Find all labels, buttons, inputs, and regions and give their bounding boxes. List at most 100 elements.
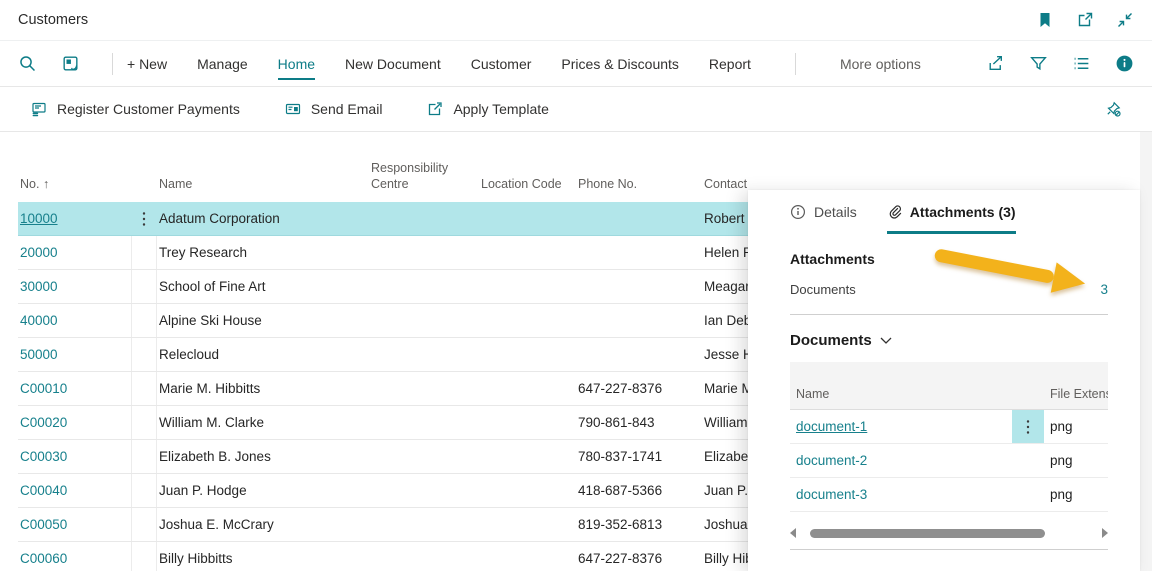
page-title: Customers [18,12,89,28]
column-header-location-code[interactable]: Location Code [479,176,576,202]
list-icon [1074,57,1089,70]
customer-no-link[interactable]: C00020 [20,415,67,430]
register-customer-payments-button[interactable]: Register Customer Payments [30,100,240,118]
apply-template-button[interactable]: Apply Template [426,100,549,118]
document-extension: png [1050,419,1073,434]
menu-item-prices-discounts[interactable]: Prices & Discounts [561,41,678,86]
tab-attachments[interactable]: Attachments (3) [886,190,1016,234]
collapse-icon [1118,13,1132,27]
customer-phone: 647-227-8376 [578,381,663,396]
row-menu-button[interactable] [131,202,157,235]
open-in-new-window-button[interactable] [1076,11,1094,29]
horizontal-scrollbar[interactable] [790,526,1108,540]
unpin-toolbar-button[interactable] [1104,100,1122,118]
search-button[interactable] [18,54,37,73]
menu-item-new[interactable]: + New [127,41,167,86]
document-name-link[interactable]: document-2 [796,453,867,468]
scroll-right-arrow[interactable] [1102,528,1108,538]
documents-group-title: Documents [790,332,872,349]
documents-table-header: Name File Extension [790,362,1108,410]
customer-no-link[interactable]: 30000 [20,279,58,294]
column-header-responsibility-centre[interactable]: Responsibility Centre [369,160,479,203]
attachments-heading: Attachments [790,251,875,267]
divider [790,549,1108,550]
toolbar-button-label: Send Email [310,101,383,117]
info-icon [1116,55,1133,72]
show-list-button[interactable] [1072,54,1091,73]
customer-phone: 418-687-5366 [578,483,663,498]
customer-phone: 780-837-1741 [578,449,663,464]
menu-item-more-options[interactable]: More options [840,41,921,86]
document-name-link[interactable]: document-1 [796,419,867,434]
document-extension: png [1050,487,1073,502]
chevron-down-icon [880,337,892,344]
customer-name: Trey Research [159,245,248,260]
customer-no-link[interactable]: C00050 [20,517,67,532]
customer-no-link[interactable]: C00030 [20,449,67,464]
scrollbar-track[interactable] [802,528,1096,538]
customer-no-link[interactable]: C00010 [20,381,67,396]
doc-column-header-name[interactable]: Name [790,387,1012,409]
divider [790,314,1108,315]
customer-no-link[interactable]: 20000 [20,245,58,260]
doc-column-header-file-extension[interactable]: File Extension [1044,387,1108,409]
menu-item-manage[interactable]: Manage [197,41,248,86]
customer-name: Juan P. Hodge [159,483,247,498]
filter-icon [1030,57,1047,71]
column-header-phone-no[interactable]: Phone No. [576,176,702,202]
document-name-link[interactable]: document-3 [796,487,867,502]
search-icon [20,56,35,71]
switch-view-button[interactable] [61,54,80,73]
column-header-no[interactable]: No. ↑ [18,176,131,202]
customer-name: Relecloud [159,347,220,362]
sort-ascending-icon: ↑ [42,176,50,191]
share-icon [989,55,1002,70]
customer-no-link[interactable]: C00060 [20,551,67,566]
details-info-icon [790,204,806,220]
column-header-name[interactable]: Name [157,176,369,202]
customer-phone: 790-861-843 [578,415,655,430]
info-button[interactable] [1115,54,1134,73]
documents-table: Name File Extension document-1 png docum… [790,362,1108,512]
collapse-pane-button[interactable] [1116,11,1134,29]
customer-name: William M. Clarke [159,415,265,430]
factbox-panel: Details Attachments (3) Attachments Docu… [748,190,1140,571]
send-email-button[interactable]: Send Email [284,100,383,118]
bookmark-button[interactable] [1036,11,1054,29]
tab-label: Attachments (3) [909,204,1016,220]
share-button[interactable] [986,54,1005,73]
customer-no-link[interactable]: 50000 [20,347,58,362]
customer-no-link[interactable]: 40000 [20,313,58,328]
documents-count-link[interactable]: 3 [1100,282,1108,297]
customer-name: Marie M. Hibbitts [159,381,261,396]
apply-template-icon [429,102,443,116]
tab-details[interactable]: Details [790,190,857,234]
bookmark-icon [1040,13,1050,27]
document-row[interactable]: document-3 png [790,478,1108,512]
document-row[interactable]: document-2 png [790,444,1108,478]
promoted-actions-toolbar: Register Customer Payments Send Email Ap… [0,87,1152,132]
customer-no-link[interactable]: C00040 [20,483,67,498]
customer-no-link[interactable]: 10000 [20,211,58,226]
document-row[interactable]: document-1 png [790,410,1108,444]
app-header: Customers [0,0,1152,40]
menu-item-report[interactable]: Report [709,41,751,86]
menu-item-customer[interactable]: Customer [471,41,532,86]
customer-name: Alpine Ski House [159,313,262,328]
scrollbar-thumb[interactable] [810,528,1045,538]
customer-name: Billy Hibbitts [159,551,233,566]
filter-button[interactable] [1029,54,1048,73]
scroll-left-arrow[interactable] [790,528,796,538]
documents-label: Documents [790,282,856,297]
right-gutter [1140,132,1152,571]
documents-group-header[interactable]: Documents [790,332,1108,349]
separator [112,52,113,75]
grid-icon [63,56,78,71]
open-in-new-window-icon [1078,12,1093,27]
doc-row-menu-button[interactable] [1012,410,1044,443]
customer-name: Elizabeth B. Jones [159,449,271,464]
menu-item-new-document[interactable]: New Document [345,41,441,86]
menu-item-home[interactable]: Home [277,41,316,86]
factbox-tabs: Details Attachments (3) [790,190,1108,234]
ellipsis-vertical-icon [1026,419,1030,434]
